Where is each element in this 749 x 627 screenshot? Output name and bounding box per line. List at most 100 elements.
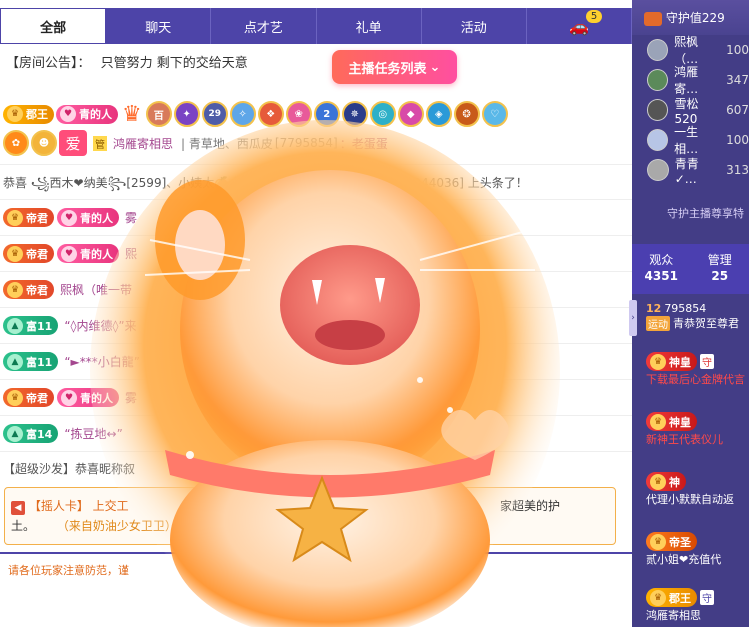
god-badge: ♛ 神皇 xyxy=(646,412,697,431)
user-location: | 青草地、西瓜皮 xyxy=(181,136,273,151)
divider xyxy=(0,415,632,416)
orange-medal-icon: ❖ xyxy=(257,101,284,127)
heart-medal-icon: ♡ xyxy=(481,101,508,127)
task-button-label: 主播任务列表 xyxy=(348,61,427,77)
love-badge: ♥ 青的人 xyxy=(57,208,119,227)
lion-head xyxy=(180,170,480,490)
divider xyxy=(0,451,632,452)
rank-item[interactable]: ♛ 神皇 新神王代表仪儿 xyxy=(632,412,749,447)
tab-talent[interactable]: 点才艺 xyxy=(211,8,317,44)
saint-badge: ♛ 帝圣 xyxy=(646,532,697,551)
rich-level-badge: ▲ 富14 xyxy=(3,424,59,443)
rank-item[interactable]: ♛ 神皇守 下载最后心金牌代言 xyxy=(632,352,749,387)
divider xyxy=(0,199,632,200)
tab-bar: 全部 聊天 点才艺 礼单 活动 🚗 5 xyxy=(0,8,632,44)
chat-username[interactable]: “拣豆地↔” xyxy=(64,425,123,442)
right-sidebar: 守护值229 熙枫（… 100 鸿雁寄… 347 雪松520 607 一生相… 100 … xyxy=(632,0,749,627)
gem-medal-icon: ◆ xyxy=(397,101,424,127)
chat-row: ▲ 富11 “►***小白龍” xyxy=(3,352,140,371)
rank-item[interactable]: ♛ 郡王守 鸿雁寄相思 xyxy=(632,588,749,623)
divider xyxy=(0,307,632,308)
star-2-medal-icon: 2 xyxy=(313,101,340,127)
guard-item[interactable]: 熙枫（… 100 xyxy=(632,35,749,66)
avatar xyxy=(647,69,669,91)
chat-username[interactable]: “►***小白龍” xyxy=(64,353,140,370)
divider xyxy=(0,235,632,236)
lion-ear-left xyxy=(155,180,245,300)
lion-whiskers xyxy=(144,229,535,276)
crown-icon: ♛ xyxy=(122,101,142,127)
lion-tongue xyxy=(315,320,385,350)
chat-username[interactable]: 雾 xyxy=(125,389,137,406)
love-char-icon: 爱 xyxy=(59,130,87,156)
god-badge: ♛ 神皇 xyxy=(646,352,697,371)
ring-medal-icon: ◎ xyxy=(369,101,396,127)
avatar xyxy=(647,129,669,151)
divider xyxy=(0,271,632,272)
lion-ear-left-inner xyxy=(175,210,225,280)
sofa-text: 恭喜昵称叙 xyxy=(75,462,136,476)
guard-privilege-text[interactable]: 守护主播尊享特 xyxy=(632,205,749,221)
gold-figure-medal-icon: ☻ xyxy=(31,130,57,156)
chat-username[interactable]: “◊内维德◊”来 xyxy=(64,317,136,334)
wing-medal-icon: ✧ xyxy=(229,101,256,127)
love-badge: ♥ 青的人 xyxy=(57,244,119,263)
god-badge: ♛ 神 xyxy=(646,472,686,491)
lion-fang-left xyxy=(312,280,322,305)
chat-row: ▲ 富14 “拣豆地↔” xyxy=(3,424,123,443)
emperor-badge: ♛ 帝君 xyxy=(3,280,54,299)
rich-level-badge: ▲ 富11 xyxy=(3,352,59,371)
compass-medal-icon: ✵ xyxy=(341,101,368,127)
guard-item[interactable]: 鸿雁寄… 347 xyxy=(632,65,749,96)
chat-username[interactable]: 熙枫（唯一带 xyxy=(60,281,132,298)
avatar xyxy=(647,159,669,181)
viewers-tab[interactable]: 观众 4351 xyxy=(632,244,691,294)
streamer-task-list-button[interactable]: 主播任务列表 ⌄ xyxy=(332,50,457,84)
guard-badge-icon xyxy=(644,11,662,26)
divider xyxy=(0,343,632,344)
guard-item[interactable]: 雪松520 607 xyxy=(632,95,749,126)
shield-29-medal-icon: 29 xyxy=(201,101,228,127)
emperor-badge: ♛ 帝君 xyxy=(3,244,54,263)
emperor-badge: ♛ 帝君 xyxy=(3,388,54,407)
lion-fang-right xyxy=(375,278,385,303)
divider xyxy=(0,379,632,380)
tab-chat[interactable]: 聊天 xyxy=(106,8,212,44)
pink-medal-icon: ❀ xyxy=(285,101,312,127)
vehicle-count-badge: 5 xyxy=(585,10,603,23)
tab-activity[interactable]: 活动 xyxy=(422,8,527,44)
avatar xyxy=(647,39,669,61)
love-badge: ♥ 青的人 xyxy=(57,388,119,407)
chevron-down-icon: ⌄ xyxy=(429,59,441,75)
notice-text: 上交工 xyxy=(92,499,129,513)
chat-row: ♛ 帝君 ♥ 青的人 熙 xyxy=(3,244,137,263)
guard-item[interactable]: 一生相… 100 xyxy=(632,125,749,156)
safety-tip: 请各位玩家注意防范，谨 xyxy=(8,564,129,577)
love-badge: ♥ 青的人 xyxy=(56,104,118,124)
guard-list: 熙枫（… 100 鸿雁寄… 347 雪松520 607 一生相… 100 青青✓… 313 xyxy=(632,35,749,186)
guard-item[interactable]: 青青✓… 313 xyxy=(632,155,749,186)
chat-username[interactable]: 熙 xyxy=(125,245,137,262)
king-badge: ♛ 郡王 xyxy=(3,104,54,124)
audience-stats: 观众 4351 管理 25 xyxy=(632,244,749,294)
chat-row: ♛ 帝君 熙枫（唯一带 xyxy=(3,280,132,299)
username[interactable]: 鸿雁寄相思 xyxy=(113,135,173,152)
notice-from: （来自奶油少女卫卫） xyxy=(56,519,177,533)
user-info-row: ✿ ☻ 爱 管 鸿雁寄相思 | 青草地、西瓜皮 [7795854] ：老蛋蛋 xyxy=(3,130,388,156)
divider xyxy=(0,552,632,554)
notice-line2: 土。 xyxy=(11,519,36,533)
tab-vehicle[interactable]: 🚗 5 xyxy=(527,8,632,44)
chevron-right-icon[interactable]: › xyxy=(629,300,637,336)
rank-item[interactable]: ♛ 帝圣 贰小姐❤充值代 xyxy=(632,532,749,567)
tab-all[interactable]: 全部 xyxy=(0,8,107,44)
admin-tab[interactable]: 管理 25 xyxy=(691,244,749,294)
rich-level-badge: ▲ 富11 xyxy=(3,316,59,335)
rank-item[interactable]: 12 795854 运动 青恭贺至尊君 xyxy=(632,302,749,331)
rank-item[interactable]: ♛ 神 代理小默默自动返 xyxy=(632,472,749,507)
emperor-badge: ♛ 帝君 xyxy=(3,208,54,227)
congrats-text: 恭喜 ꧁西木❤纳美꧂[2599]、小姨太🍊金财好色[89800]、晴儿感谢有你[… xyxy=(3,176,528,190)
notice-prefix: 【摇人卡】 xyxy=(28,499,89,513)
notice-tail: 家超美的护 xyxy=(500,499,561,513)
chat-username[interactable]: 雾 xyxy=(125,209,137,226)
tab-gift-list[interactable]: 礼单 xyxy=(317,8,422,44)
